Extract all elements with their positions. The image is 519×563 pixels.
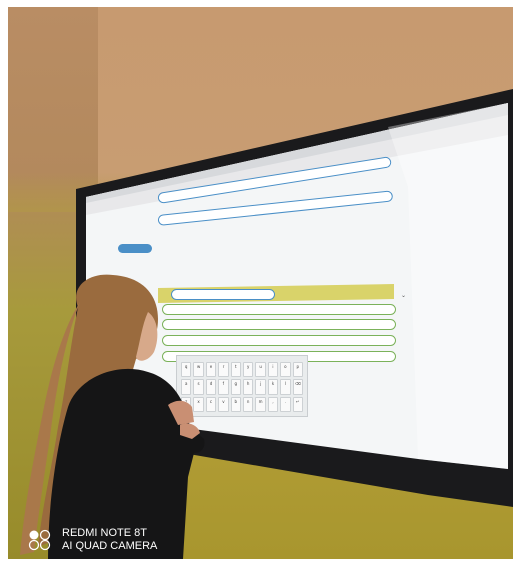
camera-lens-icon — [28, 529, 51, 551]
watermark-text: REDMI NOTE 8T AI QUAD CAMERA — [62, 527, 157, 553]
photo: ⌄ q w e r t y u i o p a s d f g h j k l … — [8, 7, 513, 559]
camera-watermark: REDMI NOTE 8T AI QUAD CAMERA — [28, 527, 157, 553]
watermark-line-1: REDMI NOTE 8T — [62, 527, 147, 539]
person-figure — [20, 274, 205, 559]
watermark-line-2: AI QUAD CAMERA — [62, 540, 158, 552]
